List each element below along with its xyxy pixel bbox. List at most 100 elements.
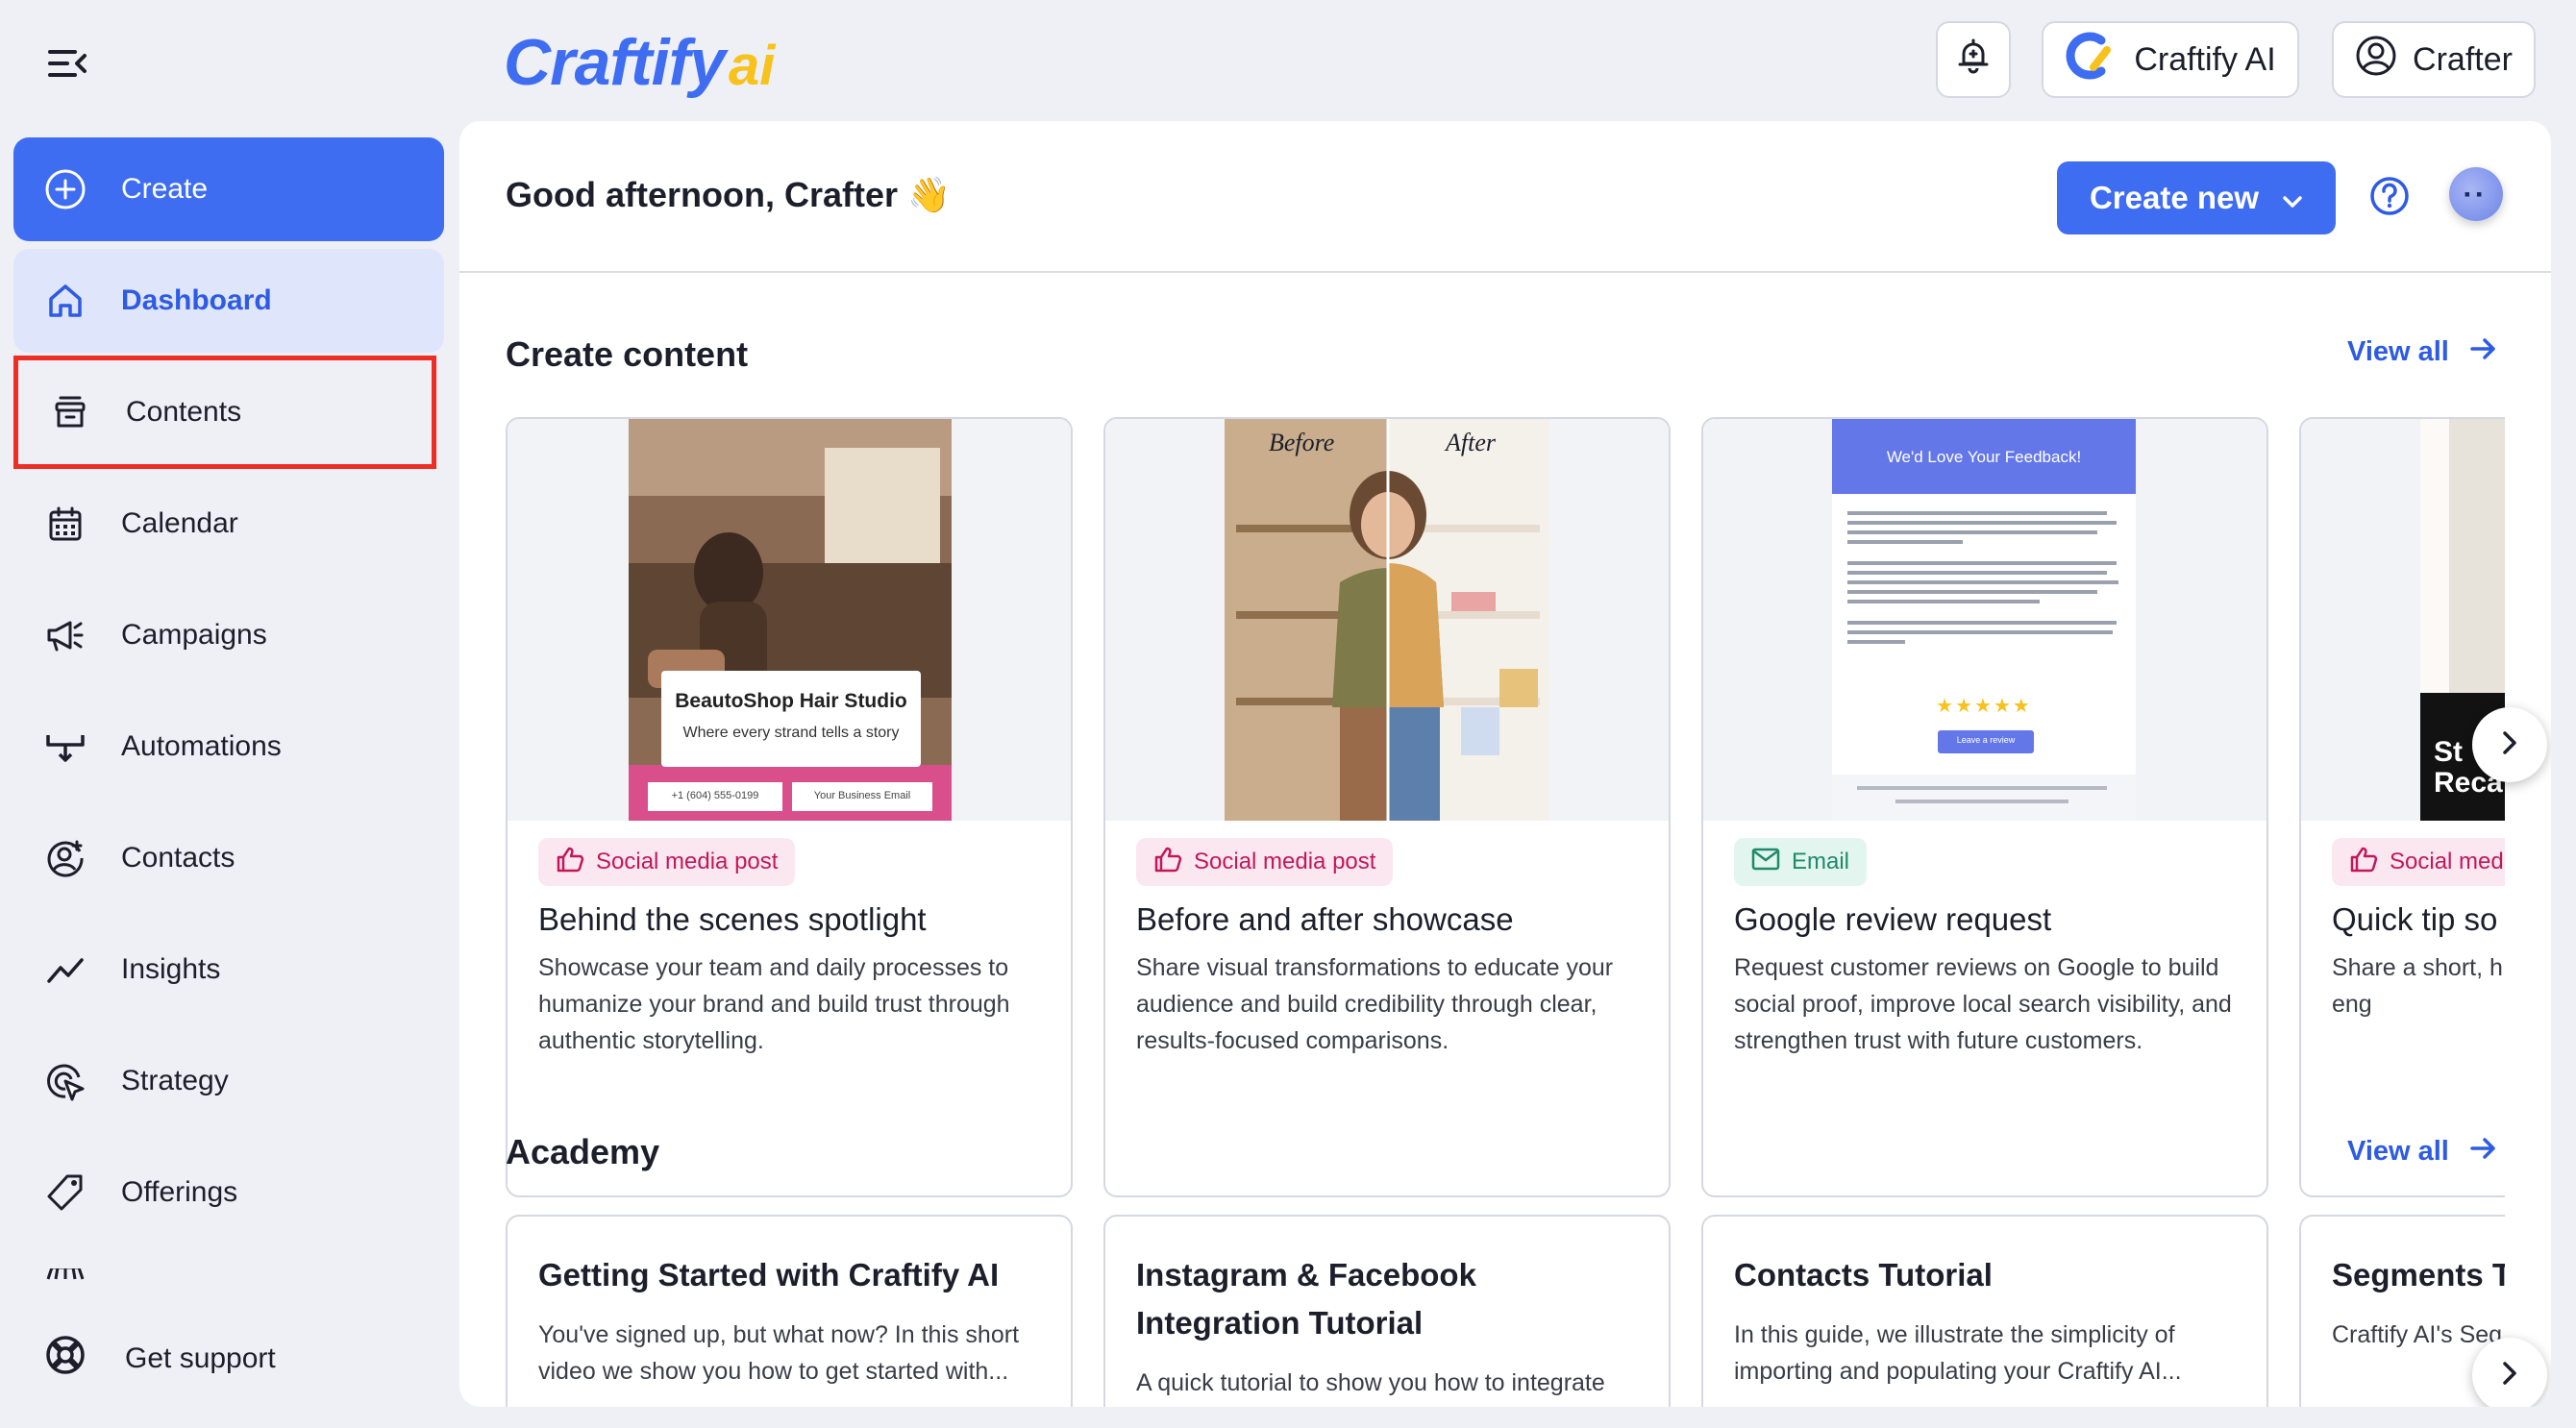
thumbs-up-icon — [1153, 846, 1182, 879]
create-new-button[interactable]: Create new — [2057, 161, 2336, 234]
logo-text: Craftify — [504, 26, 726, 99]
content-type-tag: Social media post — [1136, 838, 1394, 886]
sidebar-item-label: Dashboard — [121, 284, 272, 316]
page-title: Good afternoon, Crafter 👋 — [506, 175, 951, 214]
get-support-link[interactable]: Get support — [44, 1334, 276, 1384]
content-card[interactable]: St Reca Social med Quick tip so Share a … — [2299, 417, 2505, 1197]
automation-icon — [44, 726, 87, 768]
mail-icon — [1751, 848, 1780, 877]
sidebar-item-contacts[interactable]: Contacts — [13, 806, 444, 910]
academy-card-title: Getting Started with Craftify AI — [538, 1257, 1000, 1293]
sidebar-item-label: Campaigns — [121, 619, 267, 651]
sidebar-item-contents[interactable]: Contents — [13, 356, 436, 469]
sidebar-item-label: Contacts — [121, 842, 235, 874]
academy-view-all-link[interactable]: View all — [2347, 1136, 2497, 1168]
chevron-down-icon — [2282, 180, 2303, 216]
craftify-ai-label: Craftify AI — [2134, 40, 2276, 78]
sidebar-item-create[interactable]: Create — [13, 137, 444, 241]
wave-emoji: 👋 — [907, 175, 951, 214]
content-card[interactable]: BeautoShop Hair Studio Where every stran… — [506, 417, 1073, 1197]
contact-icon — [44, 837, 87, 879]
academy-carousel: Getting Started with Craftify AI You've … — [506, 1215, 2505, 1407]
image-brand-name: BeautoShop Hair Studio — [675, 690, 907, 712]
academy-card[interactable]: Instagram & Facebook Integration Tutoria… — [1103, 1215, 1671, 1407]
card-title: Google review request — [1734, 901, 2052, 937]
tag-icon — [44, 1171, 87, 1214]
user-name-label: Crafter — [2413, 40, 2513, 78]
content-type-tag: Social media post — [538, 838, 796, 886]
content-type-tag: Email — [1734, 838, 1868, 886]
card-title: Quick tip so — [2332, 901, 2498, 937]
academy-card-title: Contacts Tutorial — [1734, 1257, 1993, 1293]
card-image-before-after: Before After — [1105, 419, 1669, 821]
avatar[interactable]: ▪▪ — [2449, 167, 2503, 221]
craftify-ai-button[interactable]: Craftify AI — [2042, 21, 2299, 98]
academy-card-description: A quick tutorial to show you how to inte… — [1136, 1369, 1605, 1396]
logo-ai-text: ai — [729, 35, 776, 97]
card-image-email: We'd Love Your Feedback! ★★★★★ Leave a r… — [1703, 419, 2266, 821]
user-menu-button[interactable]: Crafter — [2332, 21, 2536, 98]
content-card[interactable]: Before After Social media post Before an… — [1103, 417, 1671, 1197]
sidebar-item-strategy[interactable]: Strategy — [13, 1029, 444, 1133]
notifications-button[interactable] — [1936, 21, 2011, 98]
image-text-1: St — [2434, 736, 2463, 768]
content-carousel-next-button[interactable] — [2472, 707, 2547, 782]
card-image-quick-tip: St Reca — [2301, 419, 2505, 821]
card-title: Before and after showcase — [1136, 901, 1514, 937]
home-icon — [44, 280, 87, 322]
sidebar-item-campaigns[interactable]: Campaigns — [13, 583, 444, 687]
thumbs-up-icon — [2349, 846, 2378, 879]
image-stars: ★★★★★ — [1936, 696, 2032, 717]
sidebar-item-insights[interactable]: Insights — [13, 918, 444, 1022]
card-description: Share visual transformations to educate … — [1136, 954, 1614, 1054]
arrow-right-icon — [2470, 336, 2497, 368]
sidebar-item-dashboard[interactable]: Dashboard — [13, 249, 444, 353]
help-icon[interactable] — [2368, 175, 2411, 222]
avatar-face: ▪▪ — [2464, 184, 2489, 204]
user-circle-icon — [2355, 35, 2397, 86]
image-review-button: Leave a review — [1956, 735, 2016, 745]
sidebar-item-offerings[interactable]: Offerings — [13, 1141, 444, 1244]
main-panel: Good afternoon, Crafter 👋 Create new ▪▪ … — [459, 121, 2551, 1407]
image-phone: +1 (604) 555-0199 — [671, 790, 759, 801]
sidebar-item-label: Create — [121, 173, 209, 205]
card-image-salon: BeautoShop Hair Studio Where every stran… — [508, 419, 1071, 821]
sidebar: Create Dashboard Contents Calendar Campa… — [0, 135, 458, 1428]
menu-collapse-icon[interactable] — [46, 46, 88, 81]
megaphone-icon — [44, 614, 87, 656]
sidebar-item-clipped[interactable] — [13, 1268, 444, 1297]
sidebar-item-automations[interactable]: Automations — [13, 695, 444, 799]
chevron-right-icon — [2500, 728, 2519, 762]
calendar-icon — [44, 503, 87, 545]
sidebar-item-label: Calendar — [121, 507, 238, 539]
craftify-logo[interactable]: Craftify ai — [504, 25, 775, 106]
academy-card-title: Instagram & Facebook Integration Tutoria… — [1136, 1257, 1476, 1341]
image-before-label: Before — [1269, 429, 1335, 456]
sidebar-item-label: Contents — [126, 396, 242, 428]
academy-title: Academy — [506, 1132, 660, 1171]
sidebar-item-calendar[interactable]: Calendar — [13, 472, 444, 576]
create-content-view-all-link[interactable]: View all — [2347, 336, 2497, 368]
archive-icon — [49, 391, 91, 433]
sidebar-item-label: Offerings — [121, 1176, 238, 1208]
academy-card-title: Segments T — [2332, 1257, 2505, 1293]
card-title: Behind the scenes spotlight — [538, 901, 927, 937]
trend-icon — [44, 948, 87, 991]
bell-icon — [1954, 37, 1993, 84]
academy-card[interactable]: Getting Started with Craftify AI You've … — [506, 1215, 1073, 1407]
sidebar-item-label: Insights — [121, 953, 221, 985]
create-content-carousel: BeautoShop Hair Studio Where every stran… — [506, 417, 2505, 1197]
academy-card-description: Craftify AI's Seg organizes bu — [2332, 1321, 2505, 1348]
academy-carousel-next-button[interactable] — [2472, 1338, 2547, 1407]
chevron-right-icon — [2500, 1359, 2519, 1392]
academy-card[interactable]: Contacts Tutorial In this guide, we illu… — [1701, 1215, 2268, 1407]
create-content-title: Create content — [506, 334, 749, 374]
lifebuoy-icon — [44, 1334, 87, 1384]
sidebar-item-label: Automations — [121, 730, 282, 762]
sidebar-item-label: Strategy — [121, 1065, 229, 1096]
image-email: Your Business Email — [813, 790, 911, 801]
image-email-header: We'd Love Your Feedback! — [1886, 448, 2082, 466]
content-type-tag: Social med — [2332, 838, 2505, 886]
get-support-label: Get support — [125, 1342, 276, 1374]
content-card[interactable]: We'd Love Your Feedback! ★★★★★ Leave a r… — [1701, 417, 2268, 1197]
